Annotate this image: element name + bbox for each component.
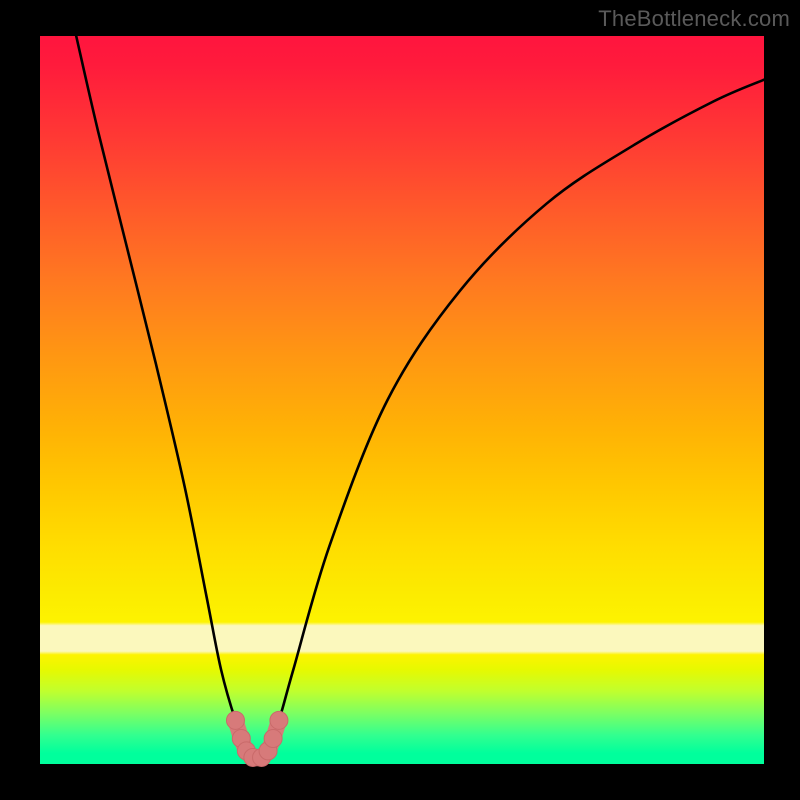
valley-marker-dots	[226, 711, 287, 766]
valley-marker-dot	[226, 711, 244, 729]
chart-frame: TheBottleneck.com	[0, 0, 800, 800]
watermark-text: TheBottleneck.com	[598, 6, 790, 32]
curve-svg	[40, 36, 764, 764]
valley-marker-dot	[264, 730, 282, 748]
bottleneck-curve	[76, 36, 764, 757]
plot-area	[40, 36, 764, 764]
valley-marker-dot	[270, 711, 288, 729]
